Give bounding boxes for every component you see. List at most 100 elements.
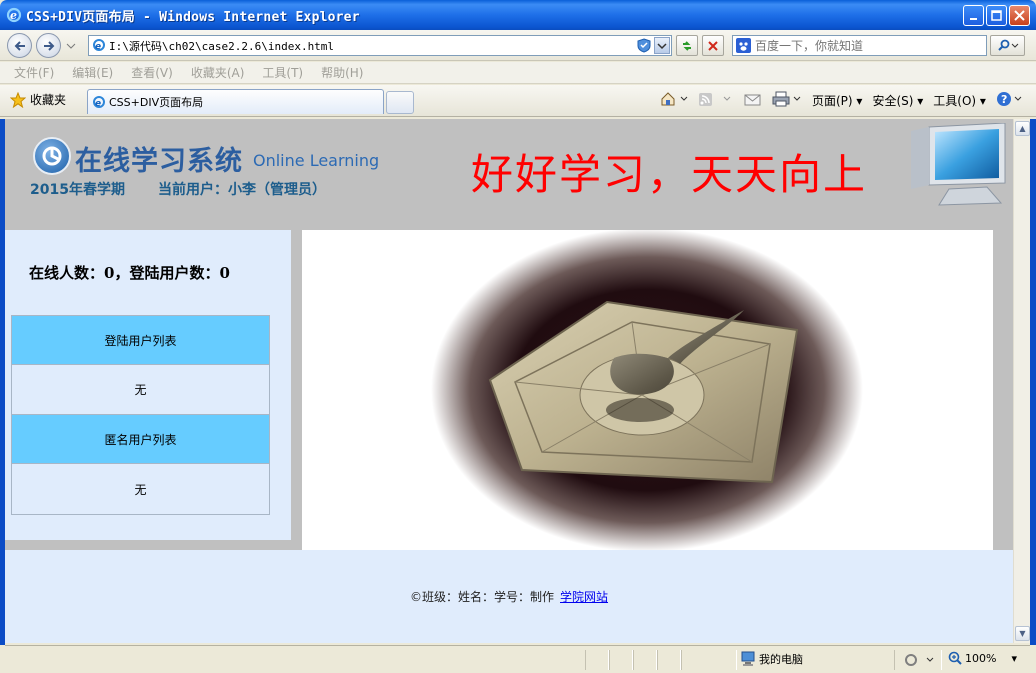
stop-button[interactable] — [702, 35, 724, 56]
menu-file[interactable]: 文件(F) — [14, 64, 54, 81]
logged-users-value: 无 — [12, 365, 269, 415]
address-dropdown-button[interactable] — [654, 37, 670, 54]
search-icon — [997, 39, 1009, 51]
svg-text:e: e — [10, 9, 17, 22]
title-bar: e CSS+DIV页面布局 - Windows Internet Explore… — [0, 0, 1036, 30]
print-button[interactable] — [772, 91, 802, 110]
zone-label: 我的电脑 — [759, 653, 803, 666]
page-icon: e — [93, 39, 105, 52]
svg-text:?: ? — [1001, 93, 1007, 106]
command-bar: 页面(P) ▾ 安全(S) ▾ 工具(O) ▾ ? — [660, 91, 1024, 110]
page-viewport: 在线学习系统 Online Learning 2015年春学期 当前用户：小李（… — [5, 119, 1013, 643]
site-footer: ©班级：姓名：学号：制作 学院网站 — [5, 550, 1013, 643]
menu-help[interactable]: 帮助(H) — [321, 64, 363, 81]
menu-bar: 文件(F) 编辑(E) 查看(V) 收藏夹(A) 工具(T) 帮助(H) — [0, 62, 1036, 84]
chevron-down-icon — [657, 43, 667, 50]
status-segment — [585, 650, 609, 670]
search-button[interactable] — [990, 35, 1025, 56]
maximize-button[interactable] — [986, 5, 1007, 26]
printer-icon — [772, 91, 801, 107]
refresh-icon — [683, 40, 691, 51]
logo-mark-icon — [42, 146, 62, 166]
favorites-label: 收藏夹 — [30, 93, 67, 107]
mail-icon — [744, 94, 761, 106]
help-icon: ? — [996, 92, 1022, 106]
logo-icon — [33, 137, 71, 175]
logo-title: 在线学习系统 — [75, 146, 243, 177]
logo-subtitle: Online Learning — [253, 151, 380, 170]
forward-arrow-icon — [43, 40, 54, 51]
anon-users-header: 匿名用户列表 — [12, 415, 269, 464]
address-url[interactable]: I:\源代码\ch02\case2.2.6\index.html — [109, 38, 334, 54]
tab-bar: 收藏夹 e CSS+DIV页面布局 页面(P) ▾ 安全(S) ▾ 工具(O) … — [0, 85, 1036, 117]
window-border-right — [1030, 119, 1036, 645]
zoom-dropdown-icon: ▾ — [1011, 651, 1017, 665]
tools-menu-button[interactable]: 工具(O) ▾ — [933, 92, 986, 109]
star-icon — [10, 91, 26, 108]
mail-button[interactable] — [744, 91, 762, 110]
computer-monitor-icon — [911, 123, 1006, 206]
status-segment — [633, 650, 657, 670]
svg-text:e: e — [95, 99, 101, 109]
safety-menu-label: 安全(S) — [872, 94, 914, 108]
address-toolbar: e I:\源代码\ch02\case2.2.6\index.html — [0, 30, 1036, 61]
menu-tools[interactable]: 工具(T) — [262, 64, 303, 81]
footer-link[interactable]: 学院网站 — [560, 588, 608, 605]
forward-button[interactable] — [36, 33, 61, 58]
back-button[interactable] — [7, 33, 32, 58]
site-header: 在线学习系统 Online Learning 2015年春学期 当前用户：小李（… — [5, 119, 1013, 229]
footer-text: ©班级：姓名：学号：制作 — [409, 590, 554, 604]
close-icon — [1014, 10, 1025, 21]
computer-icon — [741, 651, 755, 666]
search-dropdown-icon — [1011, 43, 1018, 48]
search-field[interactable] — [732, 35, 987, 56]
stop-icon — [708, 40, 718, 51]
current-user-label: 当前用户：小李（管理员） — [158, 182, 326, 198]
shield-icon[interactable] — [637, 38, 651, 53]
menu-view[interactable]: 查看(V) — [131, 64, 173, 81]
feeds-button[interactable] — [698, 91, 734, 110]
logged-users-header: 登陆用户列表 — [12, 316, 269, 365]
maximize-icon — [991, 10, 1002, 21]
status-segment — [657, 650, 681, 670]
back-arrow-icon — [14, 40, 25, 51]
search-input[interactable] — [755, 38, 975, 53]
page-menu-button[interactable]: 页面(P) ▾ — [812, 92, 862, 109]
protected-mode-segment[interactable] — [894, 650, 942, 670]
user-lists: 登陆用户列表 无 匿名用户列表 无 — [11, 315, 270, 515]
tools-menu-label: 工具(O) — [933, 94, 977, 108]
tab-active[interactable]: e CSS+DIV页面布局 — [87, 89, 384, 114]
compass-image — [431, 230, 863, 550]
svg-text:e: e — [95, 42, 101, 52]
favorites-button[interactable]: 收藏夹 — [10, 91, 66, 108]
tab-title: CSS+DIV页面布局 — [109, 96, 204, 109]
protected-mode-icon — [905, 654, 934, 666]
menu-favorites[interactable]: 收藏夹(A) — [191, 64, 245, 81]
semester-label: 2015年春学期 — [30, 182, 125, 198]
home-button[interactable] — [660, 91, 688, 110]
ie-logo-icon: e — [6, 7, 22, 23]
page-menu-label: 页面(P) — [812, 94, 853, 108]
tab-page-icon: e — [93, 96, 105, 109]
window-title: CSS+DIV页面布局 - Windows Internet Explorer — [26, 9, 360, 25]
close-button[interactable] — [1009, 5, 1030, 26]
scroll-down-button[interactable]: ▼ — [1015, 626, 1030, 641]
new-tab-button[interactable] — [386, 91, 414, 114]
address-bar[interactable]: e I:\源代码\ch02\case2.2.6\index.html — [88, 35, 672, 56]
slogan: 好好学习，天天向上 — [471, 150, 868, 199]
scroll-up-button[interactable]: ▲ — [1015, 121, 1030, 136]
refresh-button[interactable] — [676, 35, 698, 56]
vertical-scrollbar[interactable]: ▲ ▼ — [1013, 119, 1030, 643]
online-stats: 在线人数：0，登陆用户数：0 — [29, 264, 230, 282]
zoom-control[interactable]: 100% ▾ — [948, 651, 1017, 665]
history-dropdown-icon[interactable] — [66, 42, 76, 50]
status-segment — [609, 650, 633, 670]
minimize-button[interactable] — [963, 5, 984, 26]
help-button[interactable]: ? — [996, 91, 1024, 110]
security-zone[interactable]: 我的电脑 — [741, 651, 803, 667]
baidu-icon — [736, 38, 751, 53]
safety-menu-button[interactable]: 安全(S) ▾ — [872, 92, 923, 109]
zoom-icon — [948, 651, 962, 665]
status-bar: 我的电脑 100% ▾ — [5, 645, 1030, 673]
menu-edit[interactable]: 编辑(E) — [72, 64, 113, 81]
